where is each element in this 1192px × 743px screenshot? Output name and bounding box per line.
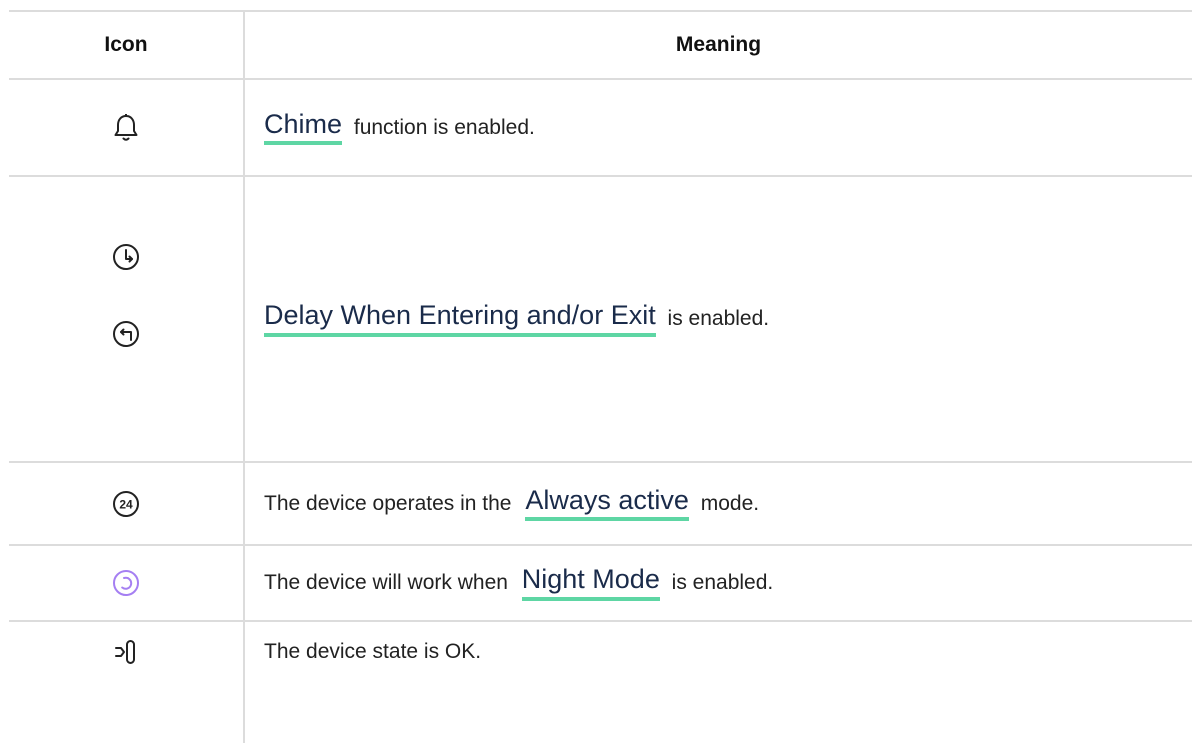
table-header-row: Icon Meaning (9, 12, 1192, 78)
device-state-icon (114, 637, 138, 667)
meaning-column-header: Meaning (675, 33, 762, 56)
always-active-24-label: 24 (119, 497, 133, 511)
always-active-24-icon: 24 (111, 489, 141, 519)
night-mode-link[interactable]: Night Mode (521, 564, 660, 601)
row-text: function is enabled. (348, 115, 535, 139)
table-row: The device will work when Night Mode is … (9, 546, 1192, 620)
table-row: Delay When Entering and/or Exit is enabl… (9, 177, 1192, 461)
icon-meaning-table: Icon Meaning Chime function is enabled. (9, 10, 1192, 743)
chime-link[interactable]: Chime (264, 109, 343, 146)
row-text: The device will work when (264, 571, 514, 594)
table-row: 24 The device operates in the Always act… (9, 463, 1192, 544)
bell-icon (113, 113, 139, 143)
row-text: The device operates in the (264, 491, 518, 515)
icon-column-header: Icon (104, 33, 148, 56)
delay-link[interactable]: Delay When Entering and/or Exit (264, 300, 656, 337)
night-mode-icon (111, 568, 141, 598)
row-text: is enabled. (665, 571, 774, 594)
row-text: mode. (694, 491, 760, 515)
table-row: The device state is OK. (9, 622, 1192, 682)
table-row: Chime function is enabled. (9, 80, 1192, 175)
row-text: The device state is OK. (264, 640, 482, 663)
row-text: is enabled. (661, 307, 770, 330)
exit-delay-icon (111, 319, 141, 349)
always-active-link[interactable]: Always active (525, 485, 689, 522)
entry-delay-icon (111, 242, 141, 272)
